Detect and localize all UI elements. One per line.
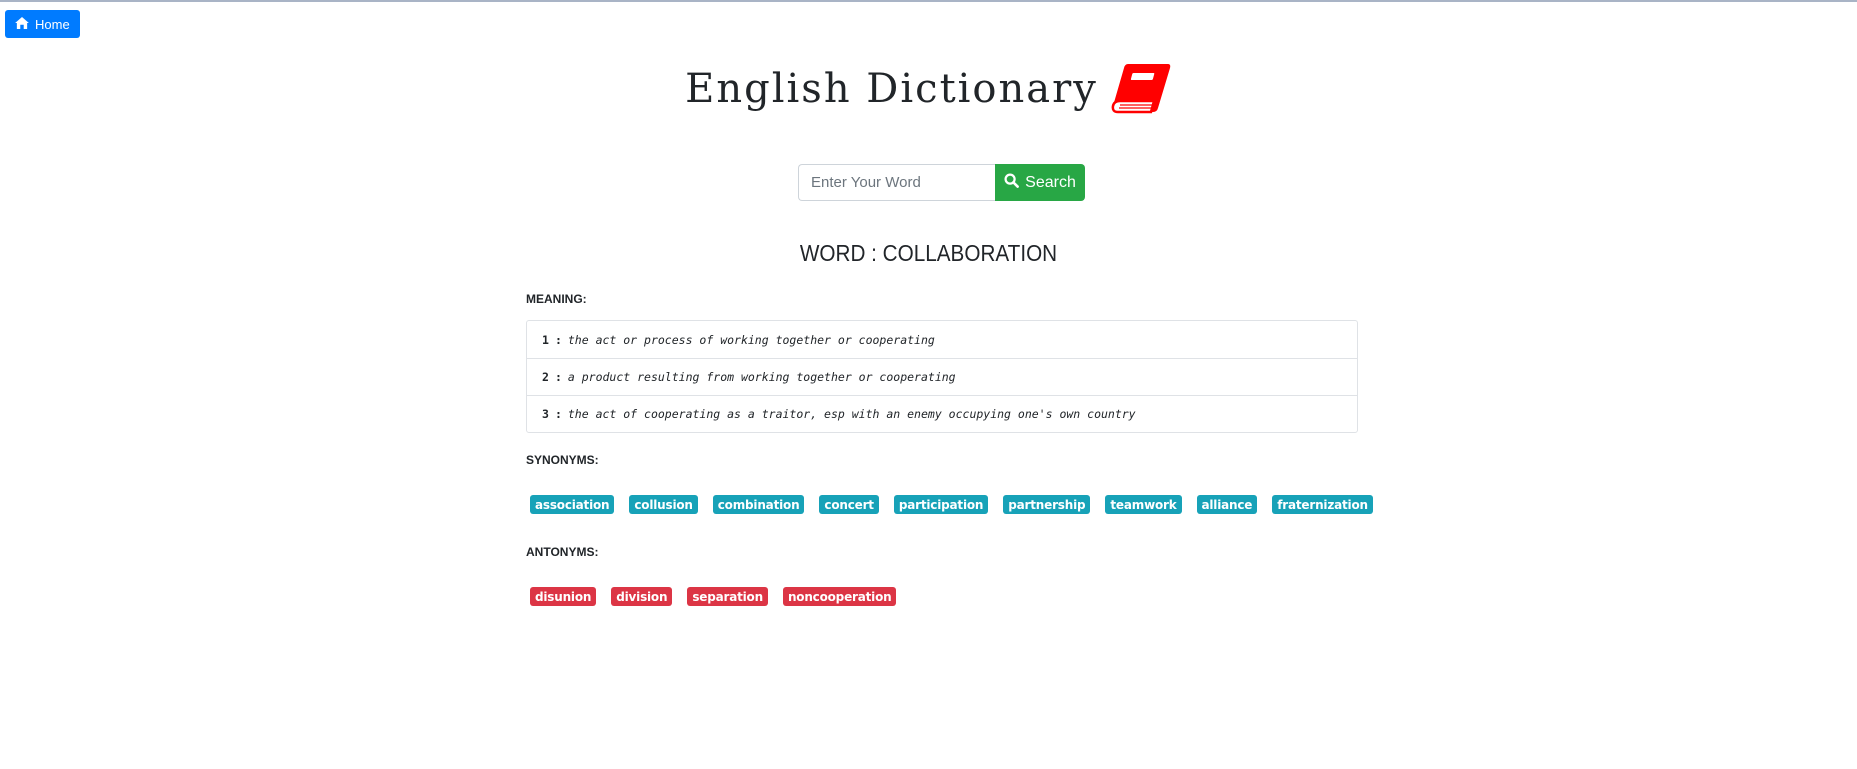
synonym-badge[interactable]: participation	[893, 495, 989, 514]
search-button[interactable]: Search	[995, 164, 1085, 201]
synonym-badge[interactable]: fraternization	[1272, 495, 1373, 514]
meaning-separator: :	[554, 332, 562, 347]
synonym-badge[interactable]: teamwork	[1105, 495, 1182, 514]
meaning-item: 2 : a product resulting from working tog…	[527, 358, 1357, 395]
synonym-badge[interactable]: concert	[819, 495, 879, 514]
page-header: English Dictionary	[0, 60, 1857, 118]
book-icon	[1110, 60, 1172, 118]
search-input[interactable]	[798, 164, 995, 201]
antonym-badge[interactable]: division	[611, 587, 673, 606]
antonym-badge[interactable]: noncooperation	[782, 587, 897, 606]
synonyms-label: SYNONYMS:	[526, 453, 599, 467]
meaning-definition: the act or process of working together o…	[567, 332, 935, 347]
meaning-number: 1	[542, 332, 549, 347]
synonym-badge[interactable]: combination	[712, 495, 805, 514]
antonym-badge[interactable]: disunion	[530, 587, 597, 606]
meaning-definition: the act of cooperating as a traitor, esp…	[567, 407, 1136, 421]
page-title: English Dictionary	[685, 66, 1098, 112]
synonym-badge[interactable]: partnership	[1003, 495, 1091, 514]
home-icon	[15, 16, 29, 32]
meaning-item: 1 : the act or process of working togeth…	[527, 321, 1357, 358]
synonym-list: association collusion combination concer…	[530, 495, 1388, 514]
meaning-item: 3 : the act of cooperating as a traitor,…	[527, 395, 1357, 432]
antonym-badge[interactable]: separation	[687, 587, 768, 606]
meaning-definition: a product resulting from working togethe…	[567, 370, 956, 384]
home-button[interactable]: Home	[5, 10, 80, 38]
search-button-label: Search	[1025, 173, 1076, 191]
meaning-separator: :	[554, 370, 562, 384]
meaning-list: 1 : the act or process of working togeth…	[526, 320, 1358, 433]
meaning-label: MEANING:	[526, 292, 587, 306]
synonym-badge[interactable]: collusion	[629, 495, 698, 514]
meaning-number: 3	[542, 407, 549, 421]
search-icon	[1004, 172, 1020, 193]
synonym-badge[interactable]: association	[530, 495, 615, 514]
word-heading: WORD : COLLABORATION	[799, 240, 1058, 266]
search-bar: Search	[798, 164, 1085, 201]
antonyms-label: ANTONYMS:	[526, 545, 599, 559]
synonym-badge[interactable]: alliance	[1196, 495, 1258, 514]
meaning-separator: :	[554, 407, 562, 421]
meaning-number: 2	[542, 370, 549, 384]
home-button-label: Home	[35, 16, 70, 32]
antonym-list: disunion division separation noncooperat…	[530, 587, 911, 606]
